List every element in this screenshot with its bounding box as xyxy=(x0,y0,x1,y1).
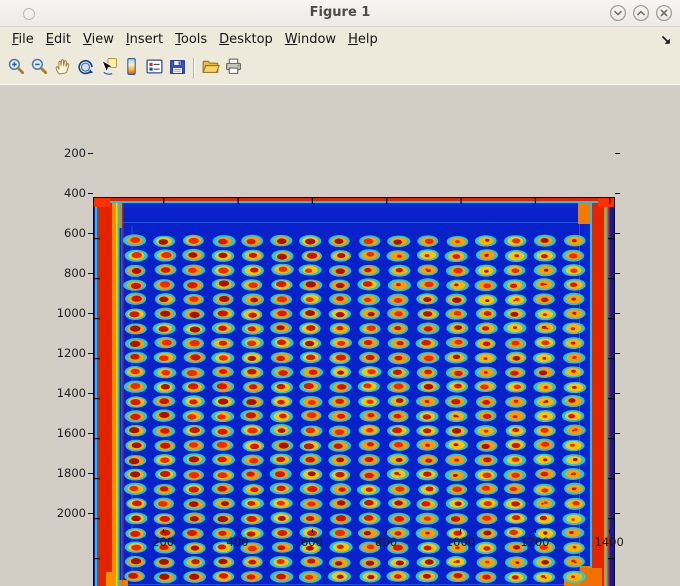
maximize-button[interactable] xyxy=(632,4,650,22)
x-tick-mark xyxy=(237,529,239,533)
y-tick-label: 1200 xyxy=(56,346,86,360)
y-tick-label: 1600 xyxy=(56,426,86,440)
y-tick-mark-left xyxy=(88,353,93,354)
pan-tool-button[interactable] xyxy=(51,57,74,79)
x-tick-mark xyxy=(311,529,313,533)
y-tick-mark-right xyxy=(615,473,620,474)
x-tick-label: 400 xyxy=(226,535,249,549)
open-icon xyxy=(201,57,220,80)
y-tick-mark-left xyxy=(88,513,93,514)
data-cursor-tool-button[interactable] xyxy=(97,57,120,79)
menubar: File Edit View Insert Tools Desktop Window Help xyxy=(0,27,680,52)
save-tool-button[interactable] xyxy=(166,57,189,79)
open-tool-button[interactable] xyxy=(199,57,222,79)
menu-file[interactable]: File xyxy=(12,32,34,47)
x-tick-mark xyxy=(386,529,388,533)
x-tick-label: 1400 xyxy=(594,535,624,549)
close-button[interactable] xyxy=(655,4,673,22)
y-tick-mark-left xyxy=(88,153,93,154)
y-tick-mark-right xyxy=(615,393,620,394)
menu-insert[interactable]: Insert xyxy=(126,32,163,47)
y-tick-mark-left xyxy=(88,473,93,474)
save-icon xyxy=(168,57,187,80)
rotate-3d-icon xyxy=(76,57,95,80)
insert-legend-icon xyxy=(145,57,164,80)
chevron-down-icon xyxy=(609,4,627,22)
y-tick-label: 1400 xyxy=(56,386,86,400)
insert-colorbar-tool-button[interactable] xyxy=(120,57,143,79)
zoom-in-icon xyxy=(7,57,26,80)
chevron-up-icon xyxy=(632,4,650,22)
menu-help[interactable]: Help xyxy=(348,32,378,47)
y-tick-mark-left xyxy=(88,393,93,394)
figure-toolbar xyxy=(0,52,680,85)
y-tick-mark-right xyxy=(615,313,620,314)
window-title: Figure 1 xyxy=(309,5,371,20)
menu-window[interactable]: Window xyxy=(285,32,336,47)
dock-figure-icon[interactable] xyxy=(660,34,672,46)
menu-desktop[interactable]: Desktop xyxy=(219,32,273,47)
zoom-out-tool-button[interactable] xyxy=(28,57,51,79)
plot-axes xyxy=(93,197,615,586)
menu-edit[interactable]: Edit xyxy=(46,32,71,47)
y-tick-mark-left xyxy=(88,193,93,194)
x-tick-mark xyxy=(460,529,462,533)
x-tick-mark xyxy=(609,529,611,533)
y-tick-mark-right xyxy=(615,233,620,234)
menu-tools[interactable]: Tools xyxy=(175,32,207,47)
zoom-in-tool-button[interactable] xyxy=(5,57,28,79)
titlebar: Figure 1 xyxy=(0,0,680,27)
insert-legend-tool-button[interactable] xyxy=(143,57,166,79)
y-tick-label: 1800 xyxy=(56,466,86,480)
print-tool-button[interactable] xyxy=(222,57,245,79)
y-tick-mark-left xyxy=(88,273,93,274)
minimize-button[interactable] xyxy=(609,4,627,22)
x-tick-label: 1200 xyxy=(520,535,550,549)
x-tick-label: 600 xyxy=(300,535,323,549)
x-tick-label: 200 xyxy=(152,535,175,549)
y-tick-mark-right xyxy=(615,193,620,194)
y-tick-label: 2000 xyxy=(56,506,86,520)
y-tick-mark-right xyxy=(615,433,620,434)
y-tick-mark-right xyxy=(615,153,620,154)
x-tick-label: 1000 xyxy=(445,535,476,549)
close-icon xyxy=(655,4,673,22)
plate-heatmap-image[interactable] xyxy=(94,198,614,586)
x-tick-mark xyxy=(534,529,536,533)
figure-canvas: Retry Continue / Finish 2004006008001000… xyxy=(0,85,680,586)
y-tick-label: 800 xyxy=(64,266,86,280)
x-tick-label: 800 xyxy=(375,535,398,549)
y-tick-label: 600 xyxy=(64,226,86,240)
window-menu-icon[interactable] xyxy=(23,8,35,20)
y-tick-mark-right xyxy=(615,353,620,354)
pan-icon xyxy=(53,57,72,80)
menu-view[interactable]: View xyxy=(83,32,114,47)
rotate-3d-tool-button[interactable] xyxy=(74,57,97,79)
insert-colorbar-icon xyxy=(122,57,141,80)
y-tick-mark-left xyxy=(88,233,93,234)
window-controls xyxy=(609,4,673,22)
print-icon xyxy=(224,57,243,80)
figure-window: Figure 1 File Edit View Insert Tools Des… xyxy=(0,0,680,586)
toolbar-separator xyxy=(193,57,195,79)
zoom-out-icon xyxy=(30,57,49,80)
data-cursor-icon xyxy=(99,57,118,80)
y-tick-mark-right xyxy=(615,273,620,274)
y-tick-label: 1000 xyxy=(56,306,86,320)
y-tick-mark-left xyxy=(88,433,93,434)
y-tick-mark-right xyxy=(615,513,620,514)
y-tick-label: 400 xyxy=(64,186,86,200)
x-tick-mark xyxy=(163,529,165,533)
y-tick-label: 200 xyxy=(64,146,86,160)
y-tick-mark-left xyxy=(88,313,93,314)
